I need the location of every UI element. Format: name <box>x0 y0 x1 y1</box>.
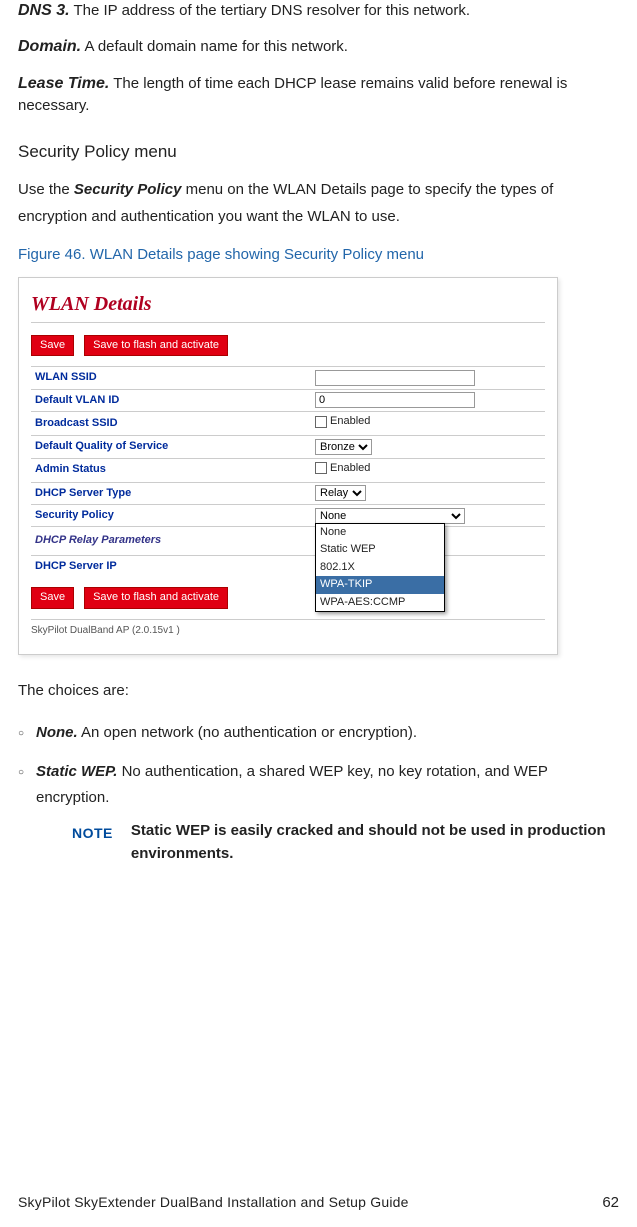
para-pre: Use the <box>18 181 74 198</box>
row-broadcast-ssid: Broadcast SSID Enabled <box>31 412 545 436</box>
dropdown-option-wpa-tkip[interactable]: WPA-TKIP <box>316 576 444 593</box>
choice-list: None. An open network (no authentication… <box>18 720 619 866</box>
choice-item-none: None. An open network (no authentication… <box>36 720 619 746</box>
row-security-policy: Security Policy None None Static WEP 802… <box>31 505 545 527</box>
page-footer-number: 62 <box>602 1192 619 1213</box>
definition-lease-time: Lease Time. The length of time each DHCP… <box>18 73 619 116</box>
button-row-bottom: Save Save to flash and activate <box>31 587 545 608</box>
default-vlan-input[interactable] <box>315 392 475 408</box>
button-row-top: Save Save to flash and activate <box>31 335 545 356</box>
security-policy-dropdown[interactable]: None Static WEP 802.1X WPA-TKIP WPA-AES:… <box>315 523 445 612</box>
figure-caption: Figure 46. WLAN Details page showing Sec… <box>18 244 619 265</box>
wlan-details-title: WLAN Details <box>31 290 545 323</box>
dhcp-server-type-select[interactable]: Relay <box>315 485 366 501</box>
choices-intro: The choices are: <box>18 677 619 704</box>
security-policy-label: Security Policy <box>31 505 311 527</box>
section-paragraph: Use the Security Policy menu on the WLAN… <box>18 176 619 230</box>
page-footer-title: SkyPilot SkyExtender DualBand Installati… <box>18 1193 409 1213</box>
admin-status-enabled-text: Enabled <box>330 461 370 476</box>
broadcast-ssid-enabled-text: Enabled <box>330 414 370 429</box>
broadcast-ssid-label: Broadcast SSID <box>31 412 311 436</box>
save-button-bottom[interactable]: Save <box>31 587 74 608</box>
row-qos: Default Quality of Service Bronze <box>31 436 545 458</box>
broadcast-ssid-checkbox[interactable] <box>315 416 327 428</box>
row-admin-status: Admin Status Enabled <box>31 458 545 482</box>
row-default-vlan: Default VLAN ID <box>31 389 545 411</box>
save-flash-button-bottom[interactable]: Save to flash and activate <box>84 587 228 608</box>
definition-domain: Domain. A default domain name for this n… <box>18 36 619 58</box>
definition-term: Domain. <box>18 38 81 55</box>
save-flash-button[interactable]: Save to flash and activate <box>84 335 228 356</box>
para-emphasis: Security Policy <box>74 181 182 198</box>
config-table: WLAN SSID Default VLAN ID Broadcast SSID… <box>31 366 545 577</box>
admin-status-label: Admin Status <box>31 458 311 482</box>
wlan-ssid-label: WLAN SSID <box>31 367 311 389</box>
row-wlan-ssid: WLAN SSID <box>31 367 545 389</box>
dhcp-relay-params-label: DHCP Relay Parameters <box>31 527 545 555</box>
qos-label: Default Quality of Service <box>31 436 311 458</box>
definition-text: The IP address of the tertiary DNS resol… <box>73 2 470 19</box>
dropdown-option-none[interactable]: None <box>316 524 444 541</box>
figure-wlan-details: WLAN Details Save Save to flash and acti… <box>18 277 558 655</box>
dhcp-server-ip-label: DHCP Server IP <box>31 555 311 577</box>
save-button[interactable]: Save <box>31 335 74 356</box>
dropdown-option-static-wep[interactable]: Static WEP <box>316 541 444 558</box>
wlan-ssid-input[interactable] <box>315 370 475 386</box>
dropdown-option-wpa-aes[interactable]: WPA-AES:CCMP <box>316 594 444 611</box>
qos-select[interactable]: Bronze <box>315 439 372 455</box>
definition-term: DNS 3. <box>18 2 70 19</box>
page-footer: SkyPilot SkyExtender DualBand Installati… <box>18 1192 619 1213</box>
choice-text: An open network (no authentication or en… <box>81 724 417 741</box>
definition-term: Lease Time. <box>18 75 109 92</box>
definition-text: A default domain name for this network. <box>84 38 347 55</box>
broadcast-ssid-checkbox-wrap: Enabled <box>315 414 370 429</box>
note-block: NOTE Static WEP is easily cracked and sh… <box>72 820 619 865</box>
admin-status-checkbox-wrap: Enabled <box>315 461 370 476</box>
admin-status-checkbox[interactable] <box>315 462 327 474</box>
choice-term: Static WEP. <box>36 763 117 780</box>
row-dhcp-relay-params: DHCP Relay Parameters <box>31 527 545 555</box>
row-dhcp-server-ip: DHCP Server IP <box>31 555 545 577</box>
choice-term: None. <box>36 724 78 741</box>
definition-dns3: DNS 3. The IP address of the tertiary DN… <box>18 0 619 22</box>
dropdown-option-8021x[interactable]: 802.1X <box>316 559 444 576</box>
default-vlan-label: Default VLAN ID <box>31 389 311 411</box>
note-label: NOTE <box>72 820 113 846</box>
figure-footer-version: SkyPilot DualBand AP (2.0.15v1 ) <box>31 619 545 654</box>
choice-item-static-wep: Static WEP. No authentication, a shared … <box>36 759 619 865</box>
row-dhcp-server-type: DHCP Server Type Relay <box>31 482 545 504</box>
section-heading-security-policy: Security Policy menu <box>18 140 619 164</box>
dhcp-server-type-label: DHCP Server Type <box>31 482 311 504</box>
security-policy-select[interactable]: None <box>315 508 465 524</box>
note-text: Static WEP is easily cracked and should … <box>131 820 619 865</box>
